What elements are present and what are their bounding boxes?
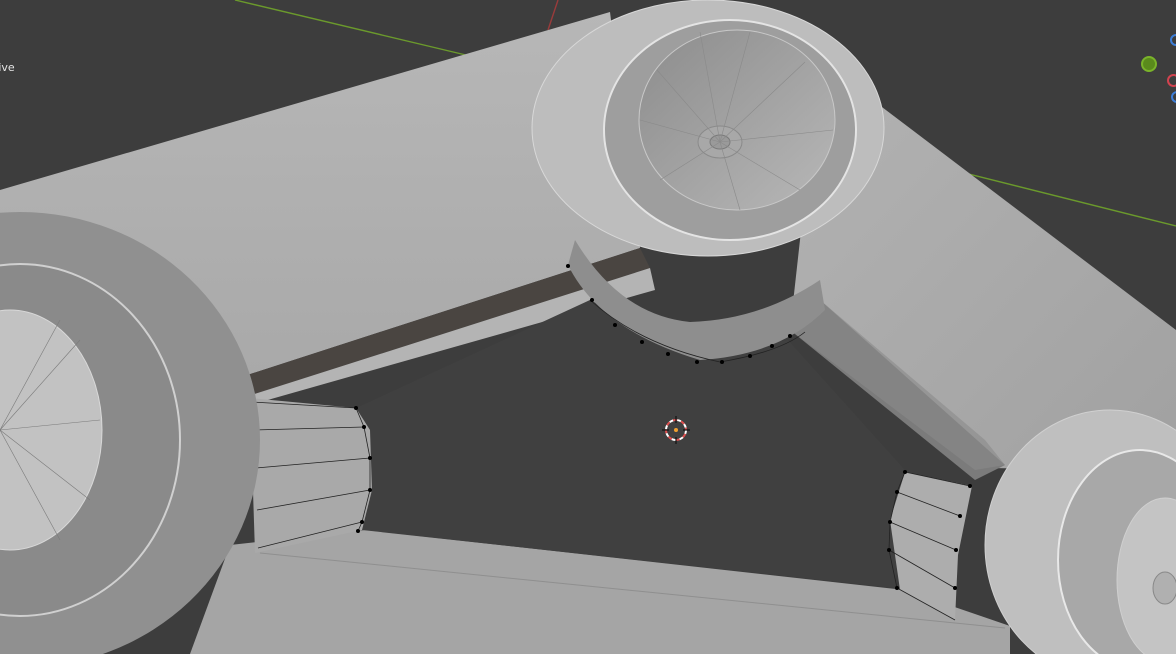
gizmo-z-negative-axis[interactable] <box>1171 91 1176 103</box>
gizmo-z-axis[interactable] <box>1170 34 1176 46</box>
x-axis-line-top <box>547 0 559 31</box>
y-axis-line <box>234 0 471 57</box>
overlay-line-2: n <box>0 108 15 124</box>
gizmo-y-axis[interactable] <box>1141 56 1157 72</box>
3d-cursor-icon[interactable] <box>662 416 690 444</box>
overlay-line-1: ctive <box>0 61 15 74</box>
viewport-scene[interactable] <box>0 0 1176 654</box>
3d-viewport[interactable]: ctive n <box>0 0 1176 654</box>
viewport-overlay-info: ctive n <box>0 28 15 156</box>
mesh-connector-left <box>250 398 372 553</box>
navigation-gizmo-icon[interactable] <box>1136 28 1176 108</box>
gizmo-x-axis[interactable] <box>1167 74 1176 87</box>
